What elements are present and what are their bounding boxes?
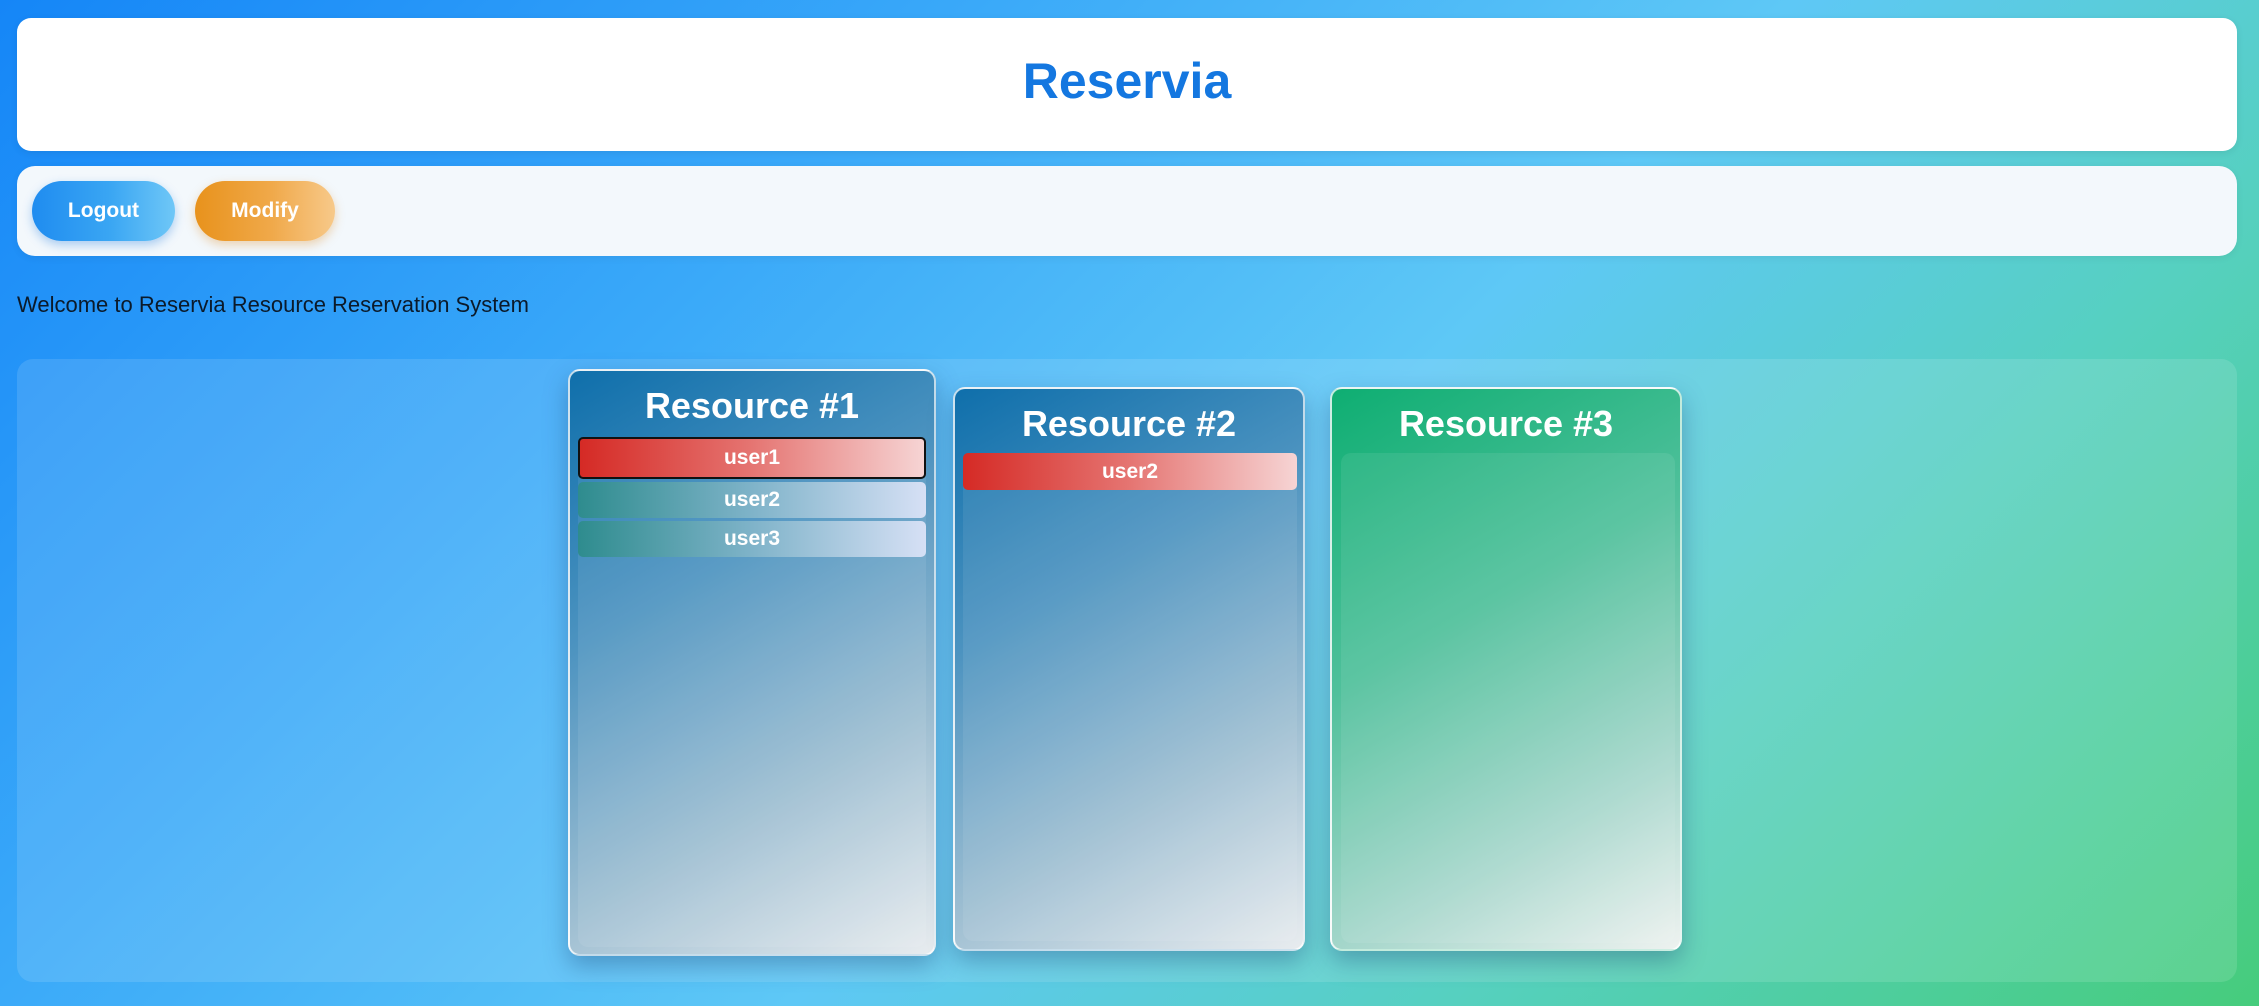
reservation-list	[963, 453, 1297, 941]
logout-button[interactable]: Logout	[32, 181, 175, 241]
reservation-item[interactable]: user2	[578, 482, 926, 518]
resource-title: Resource #1	[644, 385, 860, 426]
welcome-text: Welcome to Reservia Resource Reservation…	[17, 292, 529, 317]
toolbar: Logout Modify	[17, 166, 2237, 256]
reservation-item[interactable]: user1	[578, 437, 926, 479]
resource-title: Resource #2	[1021, 403, 1237, 444]
modify-button[interactable]: Modify	[195, 181, 335, 241]
resource-card-2[interactable]: Resource #2 user2	[953, 387, 1305, 951]
resource-board: Resource #1 user1 user2 user3 Resource #…	[17, 359, 2237, 982]
app-title: Reservia	[1022, 52, 1232, 109]
resource-title: Resource #3	[1398, 403, 1614, 444]
reservation-list	[1341, 453, 1675, 943]
resource-card-1[interactable]: Resource #1 user1 user2 user3	[568, 369, 936, 956]
resource-card-3[interactable]: Resource #3	[1330, 387, 1682, 951]
app-header: Reservia	[17, 18, 2237, 151]
reservation-item[interactable]: user2	[963, 453, 1297, 490]
reservation-item[interactable]: user3	[578, 521, 926, 557]
